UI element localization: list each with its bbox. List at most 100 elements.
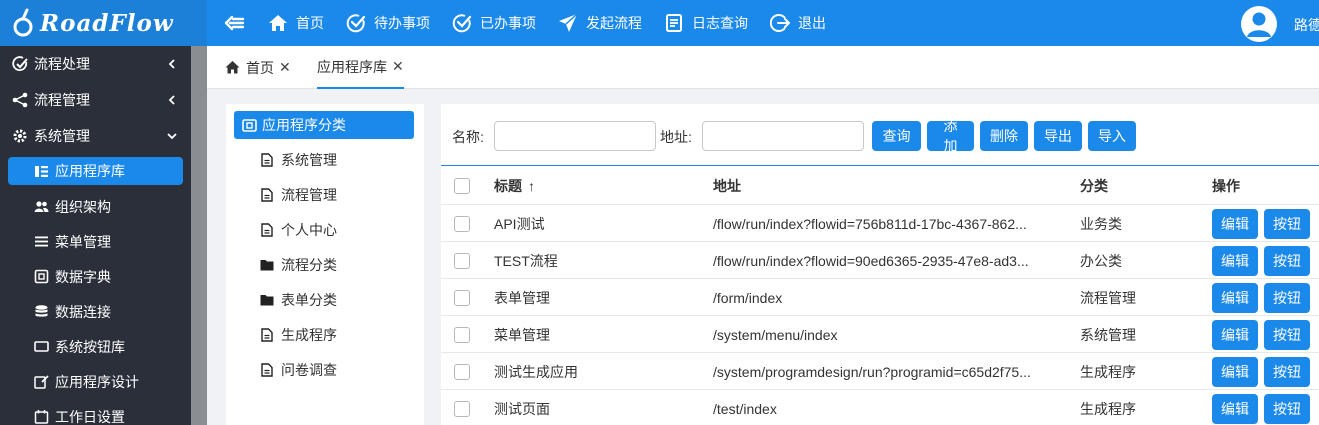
row-buttons-button[interactable]: 按钮 (1264, 356, 1310, 387)
database-icon (35, 305, 48, 317)
row-buttons-button[interactable]: 按钮 (1264, 319, 1310, 350)
tree-node[interactable]: 个人中心 (260, 219, 337, 241)
row-buttons-button[interactable]: 按钮 (1264, 208, 1310, 239)
row-checkbox[interactable] (454, 363, 470, 380)
top-nav: 首页 待办事项 已办事项 发起流程 日志查询 退出 (268, 0, 848, 46)
logo[interactable]: RoadFlow (0, 0, 207, 46)
row-address: /system/programdesign/run?programid=c65d… (713, 363, 1031, 380)
edit-button[interactable]: 编辑 (1212, 319, 1258, 350)
nav-log-label: 日志查询 (692, 15, 748, 31)
row-buttons-button[interactable]: 按钮 (1264, 393, 1310, 424)
row-category: 系统管理 (1080, 326, 1136, 343)
sidebar-group-system-manage[interactable]: 系统管理 (0, 118, 191, 154)
table-row[interactable]: TEST流程 /flow/run/index?flowid=90ed6365-2… (441, 242, 1319, 279)
sidebar-item-menu-manage[interactable]: 菜单管理 (0, 224, 191, 259)
tree-root[interactable]: 应用程序分类 (234, 111, 414, 139)
row-buttons-button[interactable]: 按钮 (1264, 245, 1310, 276)
tab-bar: 首页 ✕ 应用程序库 ✕ (207, 46, 1319, 89)
select-all-checkbox[interactable] (454, 177, 470, 194)
folder-icon (260, 260, 274, 271)
nav-done[interactable]: 已办事项 (452, 0, 536, 46)
user-name[interactable]: 路德 (1294, 15, 1319, 35)
tree-node-label: 表单分类 (281, 292, 337, 308)
column-category[interactable]: 分类 (1080, 167, 1108, 204)
nav-log[interactable]: 日志查询 (664, 0, 748, 46)
row-buttons-button[interactable]: 按钮 (1264, 282, 1310, 313)
add-button[interactable]: 添加 (927, 118, 974, 154)
check-circle-icon (346, 14, 366, 33)
row-checkbox[interactable] (454, 289, 470, 306)
folder-icon (260, 295, 274, 306)
column-address[interactable]: 地址 (713, 167, 741, 204)
tab-home[interactable]: 首页 ✕ (225, 46, 291, 89)
list-icon (35, 165, 48, 177)
row-category: 办公类 (1080, 252, 1122, 269)
row-checkbox[interactable] (454, 252, 470, 269)
table-row[interactable]: 测试页面 /test/index 生成程序 编辑 按钮 (441, 390, 1319, 425)
edit-button[interactable]: 编辑 (1212, 282, 1258, 313)
table-header: 标题 ↑ 地址 分类 操作 (441, 167, 1319, 205)
tab-app-library[interactable]: 应用程序库 ✕ (317, 46, 404, 89)
tree-node[interactable]: 系统管理 (260, 149, 337, 171)
nav-todo[interactable]: 待办事项 (346, 0, 430, 46)
address-input[interactable] (702, 121, 864, 151)
sidebar-item-button-library[interactable]: 系统按钮库 (0, 329, 191, 364)
chevron-left-icon (168, 59, 175, 69)
nav-start-flow[interactable]: 发起流程 (558, 0, 642, 46)
table-row[interactable]: API测试 /flow/run/index?flowid=756b811d-17… (441, 205, 1319, 242)
table-row[interactable]: 菜单管理 /system/menu/index 系统管理 编辑 按钮 (441, 316, 1319, 353)
sidebar-item-workday-settings[interactable]: 工作日设置 (0, 399, 191, 425)
sidebar-scrollbar[interactable] (191, 46, 207, 425)
row-checkbox[interactable] (454, 400, 470, 417)
sidebar-group-label: 系统管理 (34, 128, 90, 144)
sidebar-item-data-connection[interactable]: 数据连接 (0, 294, 191, 329)
tree-node[interactable]: 流程管理 (260, 184, 337, 206)
sidebar-group-flow-manage[interactable]: 流程管理 (0, 82, 191, 118)
home-icon (269, 15, 287, 31)
row-checkbox[interactable] (454, 215, 470, 232)
close-icon[interactable]: ✕ (279, 59, 291, 76)
import-button[interactable]: 导入 (1088, 121, 1136, 151)
sidebar-item-app-library[interactable]: 应用程序库 (8, 157, 183, 185)
row-address: /form/index (713, 289, 783, 306)
row-title: 菜单管理 (494, 326, 550, 343)
tree-node[interactable]: 生成程序 (260, 324, 337, 346)
edit-button[interactable]: 编辑 (1212, 245, 1258, 276)
sidebar-item-label: 菜单管理 (55, 233, 111, 250)
export-button[interactable]: 导出 (1034, 121, 1082, 151)
table-row[interactable]: 表单管理 /form/index 流程管理 编辑 按钮 (441, 279, 1319, 316)
button-icon (34, 341, 49, 352)
row-checkbox[interactable] (454, 326, 470, 343)
nav-start-flow-label: 发起流程 (586, 15, 642, 31)
tree-node[interactable]: 问卷调查 (260, 359, 337, 381)
edit-button[interactable]: 编辑 (1212, 356, 1258, 387)
edit-button[interactable]: 编辑 (1212, 393, 1258, 424)
sidebar-item-dictionary[interactable]: 数据字典 (0, 259, 191, 294)
sidebar-group-flow-process[interactable]: 流程处理 (0, 46, 191, 82)
name-label: 名称: (452, 129, 484, 145)
edit-button[interactable]: 编辑 (1212, 208, 1258, 239)
tree-node-label: 个人中心 (281, 222, 337, 238)
tree-node[interactable]: 表单分类 (260, 289, 337, 311)
address-label: 地址: (660, 129, 692, 145)
file-icon (261, 363, 273, 377)
row-title: API测试 (494, 215, 545, 232)
gear-icon (13, 129, 27, 143)
file-icon (261, 188, 273, 202)
table-row[interactable]: 测试生成应用 /system/programdesign/run?program… (441, 353, 1319, 390)
column-title[interactable]: 标题 ↑ (494, 167, 535, 204)
nav-home[interactable]: 首页 (268, 0, 324, 46)
dictionary-icon (34, 269, 49, 284)
name-input[interactable] (494, 121, 656, 151)
row-category: 业务类 (1080, 215, 1122, 232)
nav-logout-label: 退出 (798, 15, 826, 31)
query-button[interactable]: 查询 (872, 121, 921, 151)
avatar[interactable] (1241, 6, 1277, 42)
collapse-menu-icon[interactable] (223, 13, 245, 33)
sidebar-item-organization[interactable]: 组织架构 (0, 189, 191, 224)
close-icon[interactable]: ✕ (392, 58, 404, 75)
sidebar-item-app-design[interactable]: 应用程序设计 (0, 364, 191, 399)
delete-button[interactable]: 删除 (980, 121, 1028, 151)
nav-logout[interactable]: 退出 (770, 0, 826, 46)
tree-node[interactable]: 流程分类 (260, 254, 337, 276)
